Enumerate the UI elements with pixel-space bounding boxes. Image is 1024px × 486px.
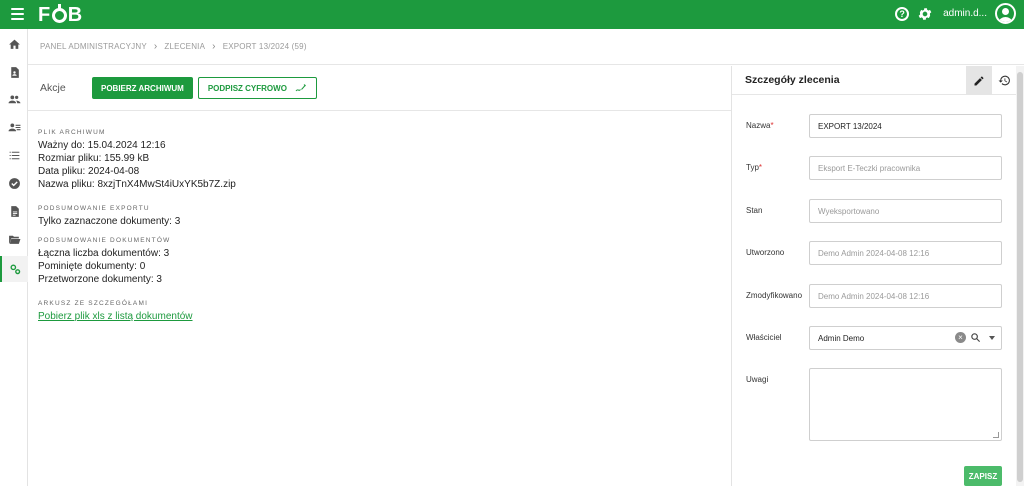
created-label: Utworzono bbox=[746, 248, 785, 257]
main-panel: Akcje POBIERZ ARCHIWUM PODPISZ CYFROWO P… bbox=[28, 66, 731, 486]
name-field[interactable]: EXPORT 13/2024 bbox=[809, 114, 1002, 138]
people-icon[interactable] bbox=[0, 86, 28, 112]
actions-label: Akcje bbox=[40, 82, 66, 94]
actions-bar: Akcje POBIERZ ARCHIWUM PODPISZ CYFROWO bbox=[28, 66, 731, 111]
home-icon[interactable] bbox=[0, 31, 28, 57]
type-field: Eksport E-Teczki pracownika bbox=[809, 156, 1002, 180]
avatar-icon[interactable] bbox=[995, 3, 1016, 24]
docs-summary-title: PODSUMOWANIE DOKUMENTÓW bbox=[38, 237, 171, 244]
download-xls-link[interactable]: Pobierz plik xls z listą dokumentów bbox=[38, 310, 731, 323]
details-title: Szczegóły zlecenia bbox=[745, 74, 840, 86]
search-icon[interactable] bbox=[970, 332, 981, 343]
file-size-text: Rozmiar pliku: 155.99 kB bbox=[38, 153, 150, 164]
docs-total-text: Łączna liczba dokumentów: 3 bbox=[38, 248, 170, 259]
user-name[interactable]: admin.d... bbox=[943, 8, 987, 19]
export-summary-title: PODSUMOWANIE EXPORTU bbox=[38, 205, 150, 212]
person-document-icon[interactable] bbox=[0, 59, 28, 85]
name-row: Nazwa* EXPORT 13/2024 bbox=[732, 114, 1017, 138]
sign-digitally-label: PODPISZ CYFROWO bbox=[207, 83, 287, 93]
owner-row: Właściciel Admin Demo × bbox=[732, 326, 1017, 350]
signature-icon bbox=[295, 84, 306, 92]
file-date-text: Data pliku: 2024-04-08 bbox=[38, 166, 140, 177]
state-row: Stan Wyeksportowano bbox=[732, 199, 1017, 223]
docs-processed-text: Przetworzone dokumenty: 3 bbox=[38, 274, 162, 285]
created-row: Utworzono Demo Admin 2024-04-08 12:16 bbox=[732, 241, 1017, 265]
sheet-section-title: ARKUSZ ZE SZCZEGÓŁAMI bbox=[38, 300, 149, 307]
notes-row: Uwagi bbox=[732, 368, 1017, 441]
owner-value: Admin Demo bbox=[818, 333, 865, 343]
menu-icon[interactable] bbox=[11, 8, 24, 20]
valid-until-text: Ważny do: 15.04.2024 12:16 bbox=[38, 140, 166, 151]
chevron-down-icon[interactable] bbox=[989, 335, 995, 340]
breadcrumb-admin-panel[interactable]: PANEL ADMINISTRACYJNY bbox=[40, 42, 147, 51]
scrollbar-thumb[interactable] bbox=[1017, 72, 1023, 482]
type-row: Typ* Eksport E-Teczki pracownika bbox=[732, 156, 1017, 180]
resize-handle-icon[interactable] bbox=[993, 432, 999, 438]
modified-label: Zmodyfikowano bbox=[746, 291, 803, 300]
history-icon[interactable] bbox=[992, 66, 1017, 95]
notes-textarea[interactable] bbox=[809, 368, 1002, 441]
modified-field: Demo Admin 2024-04-08 12:16 bbox=[809, 284, 1002, 308]
clear-icon[interactable]: × bbox=[955, 332, 966, 343]
owner-select[interactable]: Admin Demo × bbox=[809, 326, 1002, 350]
archive-details: PLIK ARCHIWUM Ważny do: 15.04.2024 12:16… bbox=[28, 111, 731, 323]
app-logo[interactable]: FB bbox=[38, 4, 83, 27]
save-button[interactable]: ZAPISZ bbox=[964, 466, 1002, 486]
gear-icon[interactable] bbox=[917, 6, 933, 22]
docs-skipped-text: Pominięte dokumenty: 0 bbox=[38, 261, 146, 272]
type-label: Typ* bbox=[746, 163, 763, 172]
help-icon[interactable]: ? bbox=[895, 6, 910, 21]
archive-section-title: PLIK ARCHIWUM bbox=[38, 129, 106, 136]
settings-group-icon[interactable] bbox=[0, 256, 28, 282]
details-header: Szczegóły zlecenia bbox=[732, 66, 1016, 95]
breadcrumb-orders[interactable]: ZLECENIA bbox=[164, 42, 205, 51]
file-name-text: Nazwa pliku: 8xzjTnX4MwSt4iUxYK5b7Z.zip bbox=[38, 179, 236, 190]
only-selected-text: Tylko zaznaczone dokumenty: 3 bbox=[38, 216, 181, 227]
scrollbar[interactable] bbox=[1016, 66, 1024, 486]
docs-summary-section: PODSUMOWANIE DOKUMENTÓW Łączna liczba do… bbox=[38, 237, 731, 286]
breadcrumb-current: EXPORT 13/2024 (59) bbox=[222, 42, 307, 51]
order-details-panel: Szczegóły zlecenia Nazwa* EXPORT 13/2024… bbox=[731, 66, 1016, 486]
download-archive-button[interactable]: POBIERZ ARCHIWUM bbox=[92, 77, 193, 99]
edit-icon[interactable] bbox=[966, 66, 992, 95]
state-label: Stan bbox=[746, 206, 763, 215]
document-icon[interactable] bbox=[0, 198, 28, 224]
sign-digitally-button[interactable]: PODPISZ CYFROWO bbox=[197, 77, 317, 99]
notes-label: Uwagi bbox=[746, 375, 769, 384]
person-list-icon[interactable] bbox=[0, 114, 28, 140]
archive-section: PLIK ARCHIWUM Ważny do: 15.04.2024 12:16… bbox=[38, 129, 731, 191]
check-circle-icon[interactable] bbox=[0, 170, 28, 196]
folder-open-icon[interactable] bbox=[0, 226, 28, 252]
sheet-section: ARKUSZ ZE SZCZEGÓŁAMI Pobierz plik xls z… bbox=[38, 300, 731, 323]
chevron-right-icon: › bbox=[153, 41, 158, 52]
created-field: Demo Admin 2024-04-08 12:16 bbox=[809, 241, 1002, 265]
top-bar: FB ? admin.d... bbox=[0, 0, 1024, 29]
name-label: Nazwa* bbox=[746, 121, 774, 130]
export-summary-section: PODSUMOWANIE EXPORTU Tylko zaznaczone do… bbox=[38, 205, 731, 228]
state-field: Wyeksportowano bbox=[809, 199, 1002, 223]
breadcrumb: PANEL ADMINISTRACYJNY › ZLECENIA › EXPOR… bbox=[28, 29, 1024, 65]
sidebar bbox=[0, 29, 28, 486]
owner-label: Właściciel bbox=[746, 333, 782, 342]
list-icon[interactable] bbox=[0, 142, 28, 168]
modified-row: Zmodyfikowano Demo Admin 2024-04-08 12:1… bbox=[732, 284, 1017, 308]
chevron-right-icon: › bbox=[212, 41, 216, 52]
